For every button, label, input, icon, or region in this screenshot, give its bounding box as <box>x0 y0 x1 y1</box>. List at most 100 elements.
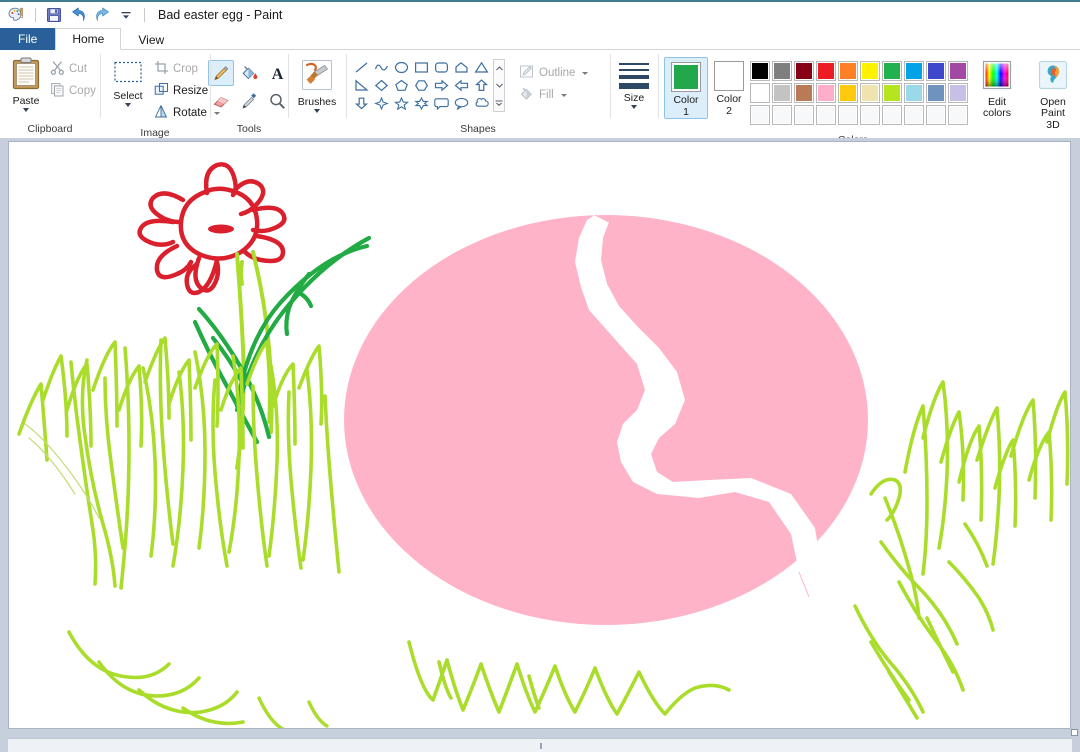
palette-swatch-r3-c9[interactable] <box>926 105 946 125</box>
shape-diamond[interactable] <box>372 77 391 94</box>
shape-rectangle[interactable] <box>412 59 431 76</box>
palette-swatch-r3-c3[interactable] <box>794 105 814 125</box>
shape-line[interactable] <box>352 59 371 76</box>
fill-button[interactable]: Fill <box>515 84 592 106</box>
palette-swatch-r3-c4[interactable] <box>816 105 836 125</box>
shape-curve[interactable] <box>372 59 391 76</box>
artwork[interactable] <box>9 142 1071 729</box>
palette-swatch-r1-c1[interactable] <box>750 61 770 81</box>
shape-up-arrow[interactable] <box>472 77 491 94</box>
outline-button[interactable]: Outline <box>515 62 592 84</box>
tab-home[interactable]: Home <box>55 28 122 50</box>
palette-swatch-r3-c1[interactable] <box>750 105 770 125</box>
shape-right-arrow[interactable] <box>432 77 451 94</box>
shapes-scroll-up-icon[interactable] <box>494 60 504 77</box>
paste-button[interactable]: Paste <box>6 56 46 112</box>
palette-swatch-r1-c3[interactable] <box>794 61 814 81</box>
palette-swatch-r2-c1[interactable] <box>750 83 770 103</box>
select-button[interactable]: Select <box>106 56 150 107</box>
palette-swatch-r2-c7[interactable] <box>882 83 902 103</box>
paint-canvas[interactable] <box>8 141 1071 729</box>
copy-icon <box>50 82 65 100</box>
chevron-down-icon[interactable] <box>582 71 589 75</box>
horizontal-scrollbar-thumb[interactable] <box>8 740 1072 752</box>
pencil-tool[interactable] <box>208 60 234 86</box>
palette-swatch-r1-c9[interactable] <box>926 61 946 81</box>
palette-swatch-r3-c2[interactable] <box>772 105 792 125</box>
chevron-down-icon[interactable] <box>560 93 567 97</box>
magnifier-tool[interactable] <box>264 88 290 114</box>
shape-oval[interactable] <box>392 59 411 76</box>
palette-swatch-r1-c10[interactable] <box>948 61 968 81</box>
ribbon-group-clipboard: Paste Cut Copy Clipboard <box>0 50 100 138</box>
tab-view[interactable]: View <box>121 28 181 50</box>
redo-icon[interactable] <box>91 4 113 26</box>
shape-cloud-callout[interactable] <box>472 95 491 112</box>
text-tool[interactable]: A <box>264 60 290 86</box>
palette-swatch-r1-c6[interactable] <box>860 61 880 81</box>
shape-right-triangle[interactable] <box>352 77 371 94</box>
color-1-swatch[interactable] <box>671 62 701 92</box>
size-button[interactable]: Size <box>614 56 654 109</box>
palette-swatch-r2-c8[interactable] <box>904 83 924 103</box>
palette-swatch-r2-c3[interactable] <box>794 83 814 103</box>
chevron-down-icon[interactable] <box>314 109 320 113</box>
palette-swatch-r2-c2[interactable] <box>772 83 792 103</box>
shapes-more-icon[interactable] <box>494 94 504 111</box>
palette-swatch-r2-c5[interactable] <box>838 83 858 103</box>
shape-rounded-rectangle[interactable] <box>432 59 451 76</box>
edit-colors-button[interactable]: Edit colors <box>968 56 1018 120</box>
palette-swatch-r3-c8[interactable] <box>904 105 924 125</box>
cut-button[interactable]: Cut <box>46 58 100 80</box>
horizontal-scrollbar[interactable] <box>8 738 1072 752</box>
palette-swatch-r1-c2[interactable] <box>772 61 792 81</box>
palette-swatch-r1-c8[interactable] <box>904 61 924 81</box>
palette-swatch-r2-c9[interactable] <box>926 83 946 103</box>
copy-button[interactable]: Copy <box>46 80 100 102</box>
chevron-down-icon[interactable] <box>631 105 637 109</box>
shape-hexagon[interactable] <box>412 77 431 94</box>
chevron-down-icon[interactable] <box>23 108 29 112</box>
shape-left-arrow[interactable] <box>452 77 471 94</box>
palette-swatch-r2-c6[interactable] <box>860 83 880 103</box>
undo-icon[interactable] <box>67 4 89 26</box>
canvas-work-area[interactable] <box>0 138 1080 752</box>
color-1-button[interactable]: Color 1 <box>664 57 708 119</box>
color-2-label-line2: 2 <box>726 104 732 117</box>
eraser-tool[interactable] <box>208 88 234 114</box>
shape-four-point-star[interactable] <box>372 95 391 112</box>
palette-swatch-r3-c7[interactable] <box>882 105 902 125</box>
shape-five-point-star[interactable] <box>392 95 411 112</box>
brushes-button[interactable]: Brushes <box>293 56 342 113</box>
palette-swatch-r3-c5[interactable] <box>838 105 858 125</box>
shape-oval-callout[interactable] <box>452 95 471 112</box>
shape-down-arrow[interactable] <box>352 95 371 112</box>
color-2-button[interactable]: Color 2 <box>708 57 750 117</box>
scissors-icon <box>50 60 65 78</box>
shape-pentagon[interactable] <box>392 77 411 94</box>
color-2-swatch[interactable] <box>714 61 744 91</box>
shapes-scroll-down-icon[interactable] <box>494 77 504 94</box>
color-picker-tool[interactable] <box>236 88 262 114</box>
shape-triangle[interactable] <box>472 59 491 76</box>
open-paint-3d-button[interactable]: Open Paint 3D <box>1018 56 1074 131</box>
shape-rounded-callout[interactable] <box>432 95 451 112</box>
tab-file[interactable]: File <box>0 28 56 50</box>
resize-icon <box>154 82 169 100</box>
chevron-down-icon[interactable] <box>125 103 131 107</box>
canvas-resize-handle[interactable] <box>1071 729 1078 736</box>
customize-qat-icon[interactable] <box>115 4 137 26</box>
palette-swatch-r1-c7[interactable] <box>882 61 902 81</box>
save-icon[interactable] <box>43 4 65 26</box>
shape-six-point-star[interactable] <box>412 95 431 112</box>
fill-bucket-tool[interactable] <box>236 60 262 86</box>
shape-polygon[interactable] <box>452 59 471 76</box>
palette-swatch-r1-c4[interactable] <box>816 61 836 81</box>
palette-swatch-r3-c6[interactable] <box>860 105 880 125</box>
shapes-scroll-buttons <box>493 59 505 112</box>
palette-swatch-r2-c4[interactable] <box>816 83 836 103</box>
palette-swatch-r2-c10[interactable] <box>948 83 968 103</box>
paint-palette-icon[interactable] <box>6 4 28 26</box>
palette-swatch-r1-c5[interactable] <box>838 61 858 81</box>
palette-swatch-r3-c10[interactable] <box>948 105 968 125</box>
